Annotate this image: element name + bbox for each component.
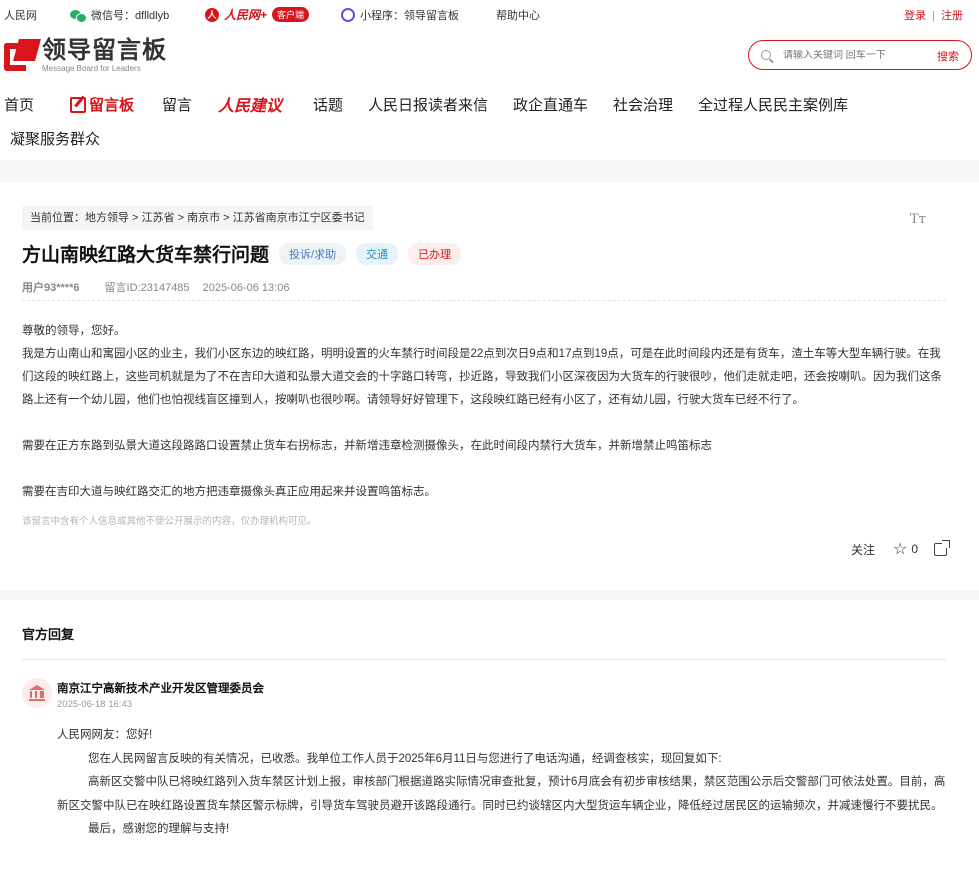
meta-divider	[22, 300, 946, 301]
nav-democracy-cases[interactable]: 全过程人民民主案例库	[698, 94, 848, 115]
wechat-icon	[70, 9, 87, 23]
message-paragraph: 我是方山南山和寓园小区的业主，我们小区东边的映红路，明明设置的火车禁行时间段是2…	[22, 348, 942, 406]
breadcrumb: 当前位置：地方领导 > 江苏省 > 南京市 > 江苏省南京市江宁区委书记	[22, 206, 373, 230]
app-name: 人民网+	[224, 8, 268, 22]
people-app-icon: 人	[205, 7, 219, 22]
register-link[interactable]: 注册	[941, 10, 963, 22]
domain-tag: 交通	[356, 242, 399, 265]
edit-icon	[70, 96, 86, 113]
search-icon	[761, 50, 771, 60]
logo-title: 领导留言板	[42, 37, 167, 64]
reply-organization: 南京江宁高新技术产业开发区管理委员会	[57, 683, 264, 695]
nav-people-suggestion[interactable]: 人民建议	[218, 92, 282, 116]
message-paragraph: 需要在吉印大道与映红路交汇的地方把违章摄像头真正应用起来并设置鸣笛标志。	[22, 486, 436, 498]
government-building-icon	[22, 678, 52, 708]
top-bar: 人民网 微信号：dflldlyb 人 人民网+ 客户端 小程序：领导留言板 帮助…	[0, 0, 979, 28]
search-box: 搜索	[748, 40, 972, 70]
message-datetime: 2025-06-06 13:06	[202, 282, 290, 294]
reply-paragraph: 您在人民网留言反映的有关情况，已收悉。我单位工作人员于2025年6月11日与您进…	[88, 752, 722, 765]
message-title: 方山南映红路大货车禁行问题	[22, 245, 270, 266]
message-meta: 用户93****6 留言ID:23147485 2025-06-06 13:06	[22, 279, 289, 295]
wechat-info: 微信号：dflldlyb	[70, 7, 169, 23]
nav-readers-letters[interactable]: 人民日报读者来信	[368, 94, 488, 115]
privacy-note: 该留言中含有个人信息或其他不便公开展示的内容，仅办理机构可见。	[22, 516, 317, 527]
reply-paragraph: 高新区交警中队已将映红路列入货车禁区计划上报，审核部门根据道路实际情况审查批复，…	[57, 776, 946, 812]
site-link[interactable]: 人民网	[4, 7, 37, 23]
nav-message-board[interactable]: 留言板	[70, 94, 134, 115]
logo-icon	[4, 39, 41, 73]
message-paragraph: 需要在正方东路到弘景大道这段路路口设置禁止货车右拐标志，并新增违章检测摄像头，在…	[22, 440, 712, 452]
category-tag: 投诉/求助	[279, 242, 347, 265]
message-user: 用户93****6	[22, 282, 80, 294]
auth-links: 登录 | 注册	[904, 7, 963, 23]
wechat-label: 微信号：dflldlyb	[91, 10, 170, 22]
reply-section-title: 官方回复	[22, 627, 75, 642]
header: 领导留言板 Message Board for Leaders 搜索	[0, 34, 979, 84]
nav-serve-masses[interactable]: 凝聚服务群众	[10, 128, 100, 149]
reply-date: 2025-06-18 16:43	[57, 699, 133, 710]
reply-closing: 最后，感谢您的理解与支持!	[88, 823, 230, 835]
nav-message-board-label: 留言板	[89, 97, 135, 114]
favorite-count: 0	[911, 542, 918, 556]
help-center-link[interactable]: 帮助中心	[496, 7, 540, 23]
message-actions: 关注 ☆ 0	[851, 539, 950, 559]
search-input[interactable]	[783, 49, 923, 61]
mini-program-link[interactable]: 小程序：领导留言板	[341, 7, 459, 23]
message-card: 当前位置：地方领导 > 江苏省 > 南京市 > 江苏省南京市江宁区委书记 Tт …	[0, 182, 979, 590]
nav-home[interactable]: 首页	[4, 94, 34, 115]
search-button[interactable]: 搜索	[937, 48, 959, 64]
reply-body: 人民网网友：您好! 您在人民网留言反映的有关情况，已收悉。我单位工作人员于202…	[57, 724, 947, 842]
message-body: 尊敬的领导，您好。 我是方山南山和寓园小区的业主，我们小区东边的映红路，明明设置…	[22, 320, 952, 504]
share-icon[interactable]	[934, 539, 950, 556]
font-size-icon[interactable]: Tт	[910, 212, 926, 227]
site-logo[interactable]: 领导留言板 Message Board for Leaders	[4, 38, 167, 74]
mini-program-icon	[341, 8, 355, 22]
nav-topics[interactable]: 话题	[313, 94, 343, 115]
reply-divider	[22, 659, 946, 660]
section-divider	[0, 590, 979, 600]
nav-social-governance[interactable]: 社会治理	[613, 94, 673, 115]
auth-separator: |	[932, 10, 935, 22]
nav-message[interactable]: 留言	[162, 94, 192, 115]
follow-button[interactable]: 关注	[851, 541, 875, 558]
star-icon[interactable]: ☆	[893, 539, 907, 559]
status-badge: 已办理	[408, 242, 462, 265]
login-link[interactable]: 登录	[904, 10, 926, 22]
reply-greeting: 人民网网友：您好!	[57, 729, 153, 741]
message-paragraph: 尊敬的领导，您好。	[22, 325, 126, 337]
nav-gov-enterprise[interactable]: 政企直通车	[513, 94, 588, 115]
section-divider	[0, 160, 979, 182]
mini-program-label: 小程序：领导留言板	[360, 10, 459, 22]
message-id: 留言ID:23147485	[104, 282, 190, 294]
app-link[interactable]: 人 人民网+ 客户端	[205, 6, 310, 23]
app-tag: 客户端	[272, 7, 310, 22]
logo-subtitle: Message Board for Leaders	[42, 64, 141, 73]
